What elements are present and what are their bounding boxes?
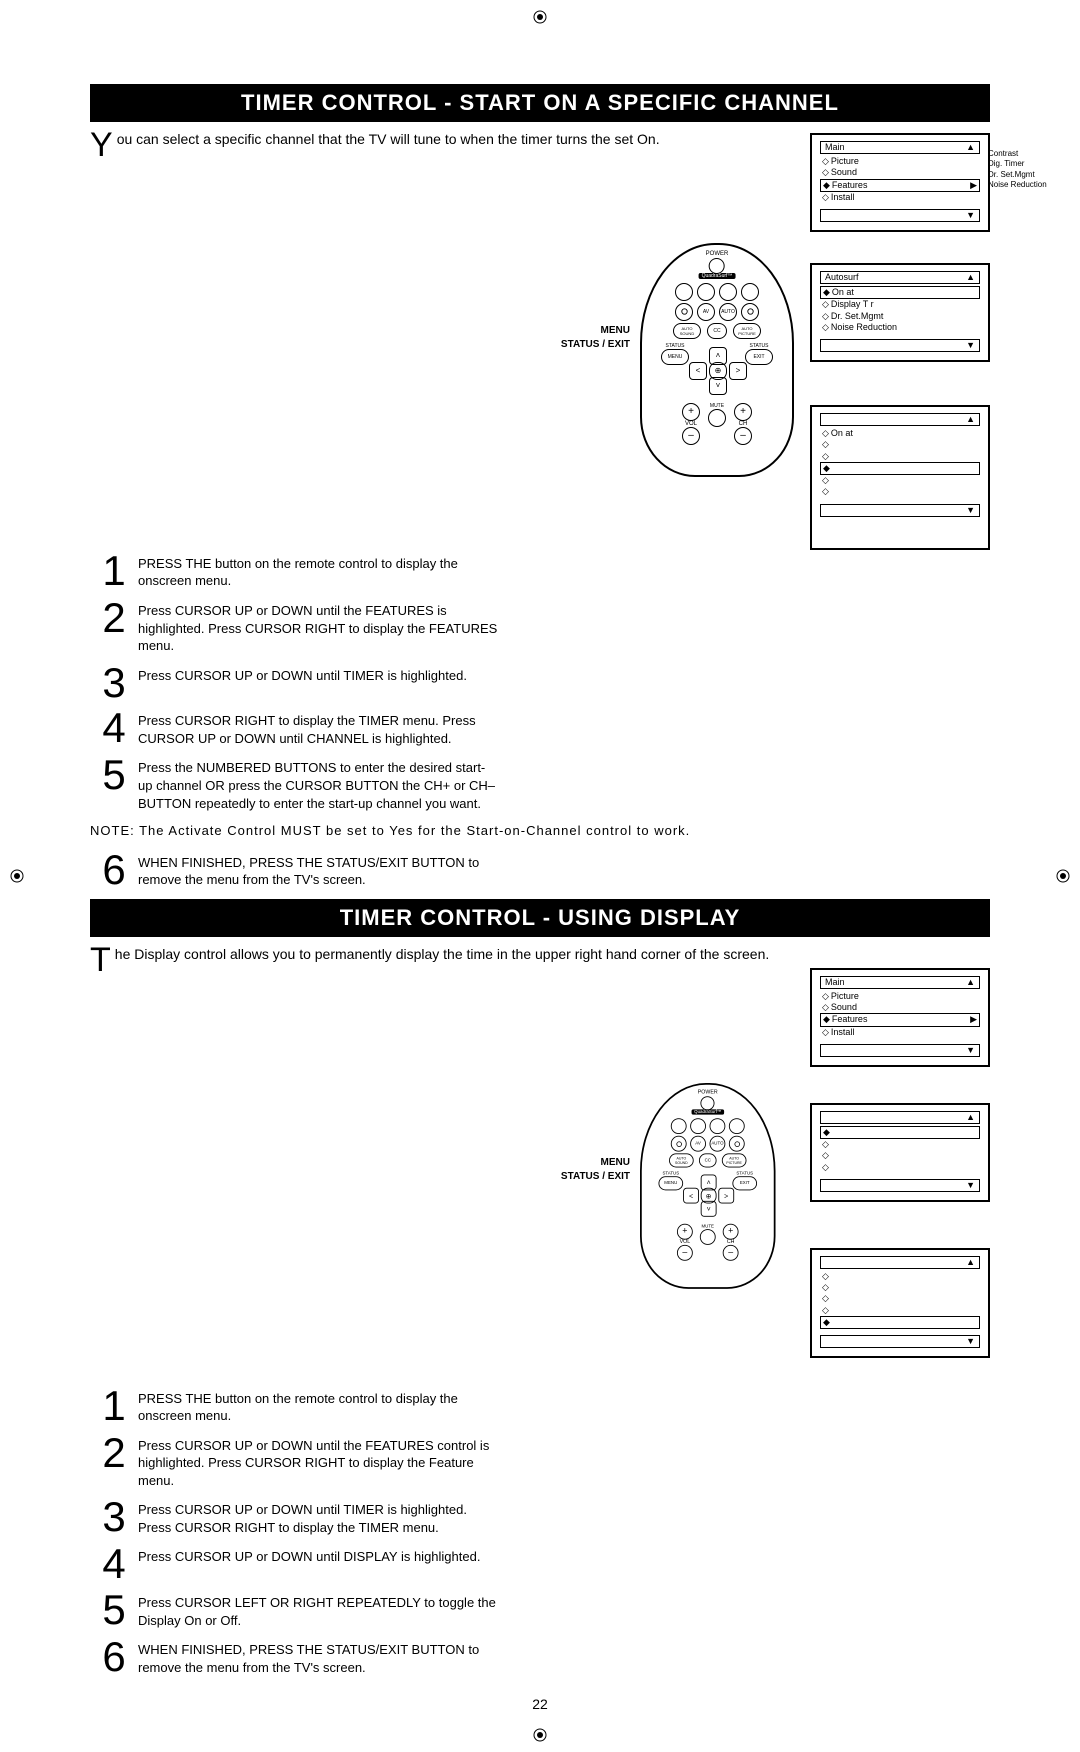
note-text: NOTE: The Activate Control MUST be set t… [90,822,990,840]
step-number: 4 [90,710,138,746]
menu-button-icon: MENU [661,349,689,365]
up-arrow-icon: ▲ [966,1112,975,1123]
osd-main-menu: Main ▲ ◇Picture ◇Sound ◆Features ▶ ◇Inst… [810,133,990,233]
osd-item: Sound [831,167,857,177]
step-text: Press the NUMBERED BUTTONS to enter the … [138,757,498,812]
osd-item: Install [831,192,855,202]
osd-header: Main [825,142,845,153]
intro-dropcap: Y [90,130,117,161]
osd-item: Noise Reduction [831,322,897,332]
print-registration-mark [10,869,24,883]
remote-illustration: MENU STATUS / EXIT POWER QuadraSurf™ AV … [600,243,800,477]
step-number: 4 [90,1546,138,1582]
print-registration-mark [1056,869,1070,883]
osd-item: Picture [831,156,859,166]
osd-item: Picture [831,991,859,1001]
osd-timer-menu: Autosurf ▲ ◆On at ◇Display T r ◇Dr. Set.… [810,263,990,363]
step-number: 2 [90,1435,138,1471]
step-text: PRESS THE button on the remote control t… [138,553,498,590]
intro-dropcap: T [90,945,115,976]
down-arrow-icon: ▼ [820,339,980,352]
osd-desc: Noise Reduction [988,180,1058,190]
osd-header: Autosurf [825,272,859,283]
section2-graphics: Main ▲ ◇Picture ◇Sound ◆Features ▶ ◇Inst… [610,968,990,1388]
print-registration-mark [533,1728,547,1742]
callout-menu: MENU [540,325,630,336]
section2-intro: T he Display control allows you to perma… [90,945,990,964]
down-arrow-icon: ▼ [820,209,980,222]
step-text: WHEN FINISHED, PRESS THE STATUS/EXIT BUT… [138,1639,498,1676]
step-text: Press CURSOR UP or DOWN until the FEATUR… [138,1435,498,1490]
osd-desc: Dig. Timer [988,159,1058,169]
up-arrow-icon: ▲ [966,977,975,988]
step-text: PRESS THE button on the remote control t… [138,1388,498,1425]
osd-display-menu: ▲ ◇ ◇ ◇ ◇ ◆ ▼ [810,1248,990,1359]
osd-desc: Contrast [988,149,1058,159]
step-text: Press CURSOR UP or DOWN until DISPLAY is… [138,1546,498,1566]
down-arrow-icon: ▼ [820,504,980,517]
step-number: 1 [90,1388,138,1424]
step-text: Press CURSOR RIGHT to display the TIMER … [138,710,498,747]
step-number: 2 [90,600,138,636]
osd-item: Install [831,1027,855,1037]
osd-item: Display T r [831,299,874,309]
osd-selected: Features [832,180,868,190]
step-number: 3 [90,1499,138,1535]
osd-timer-menu: ▲ ◆ ◇ ◇ ◇ ▼ [810,1103,990,1203]
up-arrow-icon: ▲ [966,414,975,425]
section-title-start-channel: TIMER CONTROL - START ON A SPECIFIC CHAN… [90,84,990,122]
osd-header: Main [825,977,845,988]
step-text: Press CURSOR UP or DOWN until the FEATUR… [138,600,498,655]
remote-func-row: AV AUTO [675,303,759,321]
dpad-icon: ˄˅ ˂˃ ⊕ [689,347,745,393]
osd-main-menu: Main ▲ ◇Picture ◇Sound ◆Features ▶ ◇Inst… [810,968,990,1068]
remote-brand: QuadraSurf™ [692,1109,724,1114]
right-arrow-icon: ▶ [970,1014,977,1025]
exit-button-icon: EXIT [745,349,773,365]
section-title-using-display: TIMER CONTROL - USING DISPLAY [90,899,990,937]
callout-menu: MENU [540,1157,630,1168]
remote-body: POWER QuadraSurf™ AV AUTO AUTO SOUND CC … [640,243,794,477]
callout-status-exit: STATUS / EXIT [540,1171,630,1182]
print-registration-mark [533,10,547,24]
page-number: 22 [90,1696,990,1712]
osd-desc: Dr. Set.Mgmt [988,170,1058,180]
step-number: 1 [90,553,138,589]
step-number: 6 [90,852,138,888]
step-number: 3 [90,665,138,701]
remote-pill-row: AUTO SOUND CC AUTO PICTURE [673,323,761,339]
step-text: Press CURSOR UP or DOWN until TIMER is h… [138,1499,498,1536]
remote-body: POWER QuadraSurf™ AV AUTO AUTO SOUND CC … [640,1083,776,1289]
mute-icon: MUTE [708,403,726,427]
section1-graphics: Main ▲ ◇Picture ◇Sound ◆Features ▶ ◇Inst… [610,133,990,553]
down-arrow-icon: ▼ [820,1179,980,1192]
osd-item: On at [831,428,853,438]
step-number: 5 [90,1592,138,1628]
step-number: 5 [90,757,138,793]
step-text: Press CURSOR UP or DOWN until TIMER is h… [138,665,498,685]
callout-status-exit: STATUS / EXIT [540,339,630,350]
power-button-icon: POWER [698,1090,718,1110]
osd-item: Dr. Set.Mgmt [831,311,884,321]
right-arrow-icon: ▶ [970,180,977,191]
step-text: Press CURSOR LEFT OR RIGHT REPEATEDLY to… [138,1592,498,1629]
remote-brand: QuadraSurf™ [699,273,736,279]
osd-item: Sound [831,1002,857,1012]
step-number: 6 [90,1639,138,1675]
down-arrow-icon: ▼ [820,1335,980,1348]
power-button-icon: POWER [706,251,729,274]
up-arrow-icon: ▲ [966,1257,975,1268]
down-arrow-icon: ▼ [820,1044,980,1057]
remote-color-row [675,283,759,301]
osd-selected: Features [832,1014,868,1024]
osd-channel-menu: ▲ ◇On at ◇ ◇ ◆ ◇ ◇ ▼ [810,405,990,550]
osd-selected: On at [832,287,854,297]
intro-text: he Display control allows you to permane… [115,946,769,962]
up-arrow-icon: ▲ [966,142,975,153]
intro-text: ou can select a specific channel that th… [117,131,660,147]
up-arrow-icon: ▲ [966,272,975,283]
step-text: WHEN FINISHED, PRESS THE STATUS/EXIT BUT… [138,852,498,889]
remote-illustration: MENU STATUS / EXIT POWER QuadraSurf™ AV … [600,1083,800,1317]
